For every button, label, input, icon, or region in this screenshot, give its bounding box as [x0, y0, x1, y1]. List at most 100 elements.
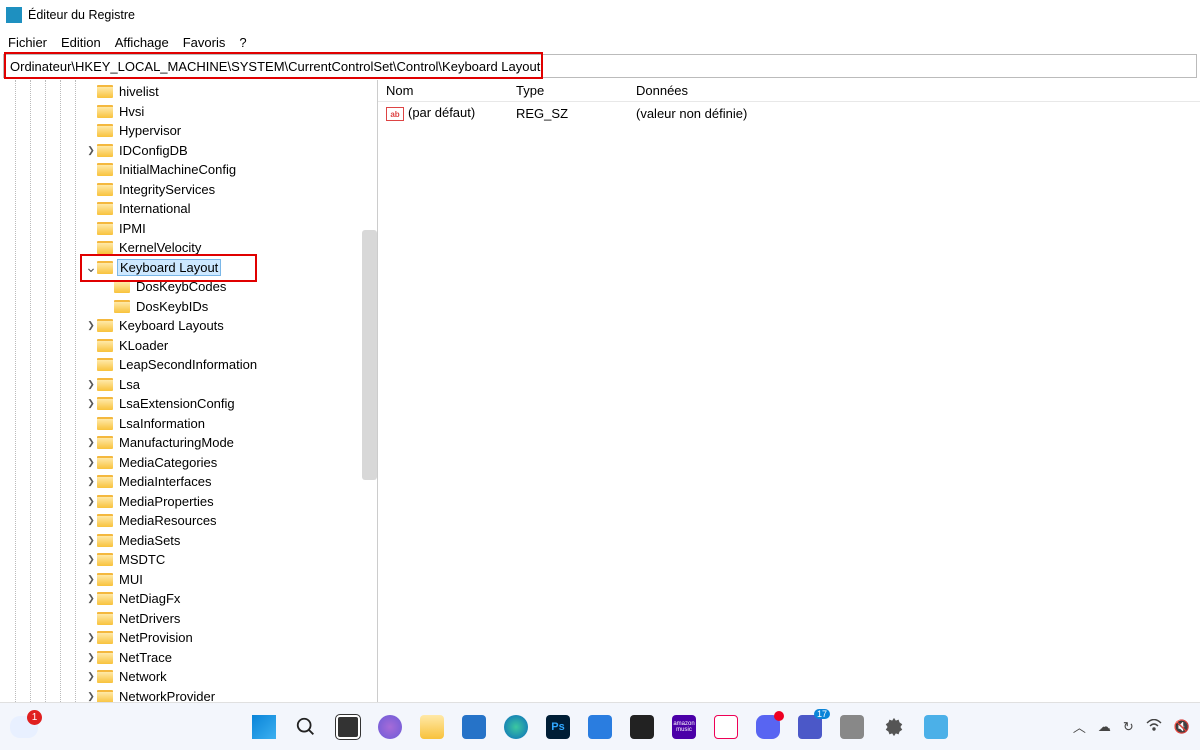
- tree-item-netprovision[interactable]: ❯ NetProvision: [0, 628, 377, 648]
- tree-item-hypervisor[interactable]: Hypervisor: [0, 121, 377, 141]
- chevron-icon[interactable]: ❯: [85, 632, 97, 643]
- weather-widget-icon[interactable]: [10, 716, 38, 738]
- tray-wifi-icon[interactable]: [1146, 719, 1162, 734]
- menu-favorites[interactable]: Favoris: [183, 35, 226, 50]
- tree-item-doskeybids[interactable]: DosKeybIDs: [0, 297, 377, 317]
- chevron-icon[interactable]: ❯: [85, 652, 97, 663]
- tree-item-label: MediaSets: [117, 533, 182, 548]
- tree-item-mui[interactable]: ❯ MUI: [0, 570, 377, 590]
- chevron-icon[interactable]: ❯: [85, 554, 97, 565]
- settings-icon[interactable]: [880, 713, 908, 741]
- start-button[interactable]: [250, 713, 278, 741]
- folder-icon: [97, 144, 113, 157]
- taskview-icon[interactable]: [334, 713, 362, 741]
- col-name[interactable]: Nom: [378, 83, 508, 98]
- discord-icon[interactable]: [754, 713, 782, 741]
- folder-icon: [97, 631, 113, 644]
- tree-item-label: IPMI: [117, 221, 148, 236]
- tree-item-label: MSDTC: [117, 552, 167, 567]
- teams-icon[interactable]: 17: [796, 713, 824, 741]
- tree-vertical-scrollbar[interactable]: [362, 230, 377, 480]
- edge-icon[interactable]: [502, 713, 530, 741]
- menu-edit[interactable]: Edition: [61, 35, 101, 50]
- tree-item-manufacturingmode[interactable]: ❯ManufacturingMode: [0, 433, 377, 453]
- tree-item-netdiagfx[interactable]: ❯NetDiagFx: [0, 589, 377, 609]
- app2-icon[interactable]: [922, 713, 950, 741]
- chevron-icon[interactable]: ❯: [85, 496, 97, 507]
- tree-item-mediainterfaces[interactable]: ❯ MediaInterfaces: [0, 472, 377, 492]
- tree-item-hvsi[interactable]: Hvsi: [0, 102, 377, 122]
- tray-sync-icon[interactable]: ↻: [1123, 719, 1134, 735]
- tree-item-lsaextensionconfig[interactable]: ❯LsaExtensionConfig: [0, 394, 377, 414]
- folder-icon: [97, 592, 113, 605]
- tree-item-keyboard-layouts[interactable]: ❯ Keyboard Layouts: [0, 316, 377, 336]
- menu-help[interactable]: ?: [239, 35, 246, 50]
- tree-item-lsainformation[interactable]: LsaInformation: [0, 414, 377, 434]
- app-icon[interactable]: [838, 713, 866, 741]
- tree-item-idconfigdb[interactable]: ❯IDConfigDB: [0, 141, 377, 161]
- tree-item-hivelist[interactable]: hivelist: [0, 82, 377, 102]
- explorer-icon[interactable]: [418, 713, 446, 741]
- photoshop-icon[interactable]: Ps: [544, 713, 572, 741]
- tree-item-mediasets[interactable]: ❯ MediaSets: [0, 531, 377, 551]
- address-bar[interactable]: Ordinateur\HKEY_LOCAL_MACHINE\SYSTEM\Cur…: [3, 54, 1197, 78]
- tree-item-kloader[interactable]: KLoader: [0, 336, 377, 356]
- tree-item-mediaresources[interactable]: ❯MediaResources: [0, 511, 377, 531]
- tree-item-network[interactable]: ❯Network: [0, 667, 377, 687]
- tray-chevron-icon[interactable]: ︿: [1073, 717, 1086, 736]
- snip-icon[interactable]: [712, 713, 740, 741]
- chevron-icon[interactable]: ❯: [85, 535, 97, 546]
- tree-item-label: Keyboard Layouts: [117, 318, 226, 333]
- chat-icon[interactable]: [376, 713, 404, 741]
- main-split: hivelistHvsiHypervisor❯IDConfigDBInitial…: [0, 80, 1200, 716]
- tree-item-label: LeapSecondInformation: [117, 357, 259, 372]
- chevron-icon[interactable]: ❯: [85, 593, 97, 604]
- tree-item-international[interactable]: International: [0, 199, 377, 219]
- chevron-icon[interactable]: ❯: [85, 457, 97, 468]
- chevron-icon[interactable]: ❯: [85, 437, 97, 448]
- tree-item-label: MUI: [117, 572, 145, 587]
- tree-item-label: InitialMachineConfig: [117, 162, 238, 177]
- tree-item-initialmachineconfig[interactable]: InitialMachineConfig: [0, 160, 377, 180]
- tree-item-leapsecondinformation[interactable]: LeapSecondInformation: [0, 355, 377, 375]
- menu-file[interactable]: Fichier: [8, 35, 47, 50]
- app-3d-icon[interactable]: [586, 713, 614, 741]
- chevron-icon[interactable]: ❯: [85, 398, 97, 409]
- tree-item-lsa[interactable]: ❯Lsa: [0, 375, 377, 395]
- chevron-icon[interactable]: ❯: [85, 515, 97, 526]
- chevron-icon[interactable]: ❯: [85, 379, 97, 390]
- col-type[interactable]: Type: [508, 83, 628, 98]
- tree-item-netdrivers[interactable]: NetDrivers: [0, 609, 377, 629]
- tree-item-msdtc[interactable]: ❯ MSDTC: [0, 550, 377, 570]
- search-icon[interactable]: [292, 713, 320, 741]
- play-icon[interactable]: [628, 713, 656, 741]
- chevron-icon[interactable]: ❯: [85, 574, 97, 585]
- tree-item-integrityservices[interactable]: IntegrityServices: [0, 180, 377, 200]
- chevron-icon[interactable]: ❯: [85, 145, 97, 156]
- tree-item-label: International: [117, 201, 193, 216]
- tree-item-label: MediaInterfaces: [117, 474, 214, 489]
- tree-item-label: KLoader: [117, 338, 170, 353]
- tree-item-label: DosKeybIDs: [134, 299, 210, 314]
- store-icon[interactable]: [460, 713, 488, 741]
- values-pane[interactable]: Nom Type Données ab(par défaut) REG_SZ (…: [378, 80, 1200, 716]
- tree-item-ipmi[interactable]: IPMI: [0, 219, 377, 239]
- registry-tree[interactable]: hivelistHvsiHypervisor❯IDConfigDBInitial…: [0, 80, 378, 716]
- chevron-icon[interactable]: ❯: [85, 476, 97, 487]
- col-data[interactable]: Données: [628, 83, 1200, 98]
- chevron-icon[interactable]: ❯: [85, 320, 97, 331]
- chevron-icon[interactable]: ❯: [85, 691, 97, 702]
- value-row[interactable]: ab(par défaut) REG_SZ (valeur non défini…: [378, 102, 1200, 124]
- tray-onedrive-icon[interactable]: ☁: [1098, 719, 1111, 735]
- tree-item-label: NetProvision: [117, 630, 195, 645]
- value-data: (valeur non définie): [628, 106, 1200, 121]
- amazon-music-icon[interactable]: amazon music: [670, 713, 698, 741]
- tray-volume-icon[interactable]: 🔇: [1174, 719, 1190, 735]
- tree-item-mediacategories[interactable]: ❯MediaCategories: [0, 453, 377, 473]
- chevron-icon[interactable]: ❯: [85, 671, 97, 682]
- menu-view[interactable]: Affichage: [115, 35, 169, 50]
- tree-item-mediaproperties[interactable]: ❯MediaProperties: [0, 492, 377, 512]
- tree-item-nettrace[interactable]: ❯NetTrace: [0, 648, 377, 668]
- folder-icon: [97, 163, 113, 176]
- folder-icon: [97, 222, 113, 235]
